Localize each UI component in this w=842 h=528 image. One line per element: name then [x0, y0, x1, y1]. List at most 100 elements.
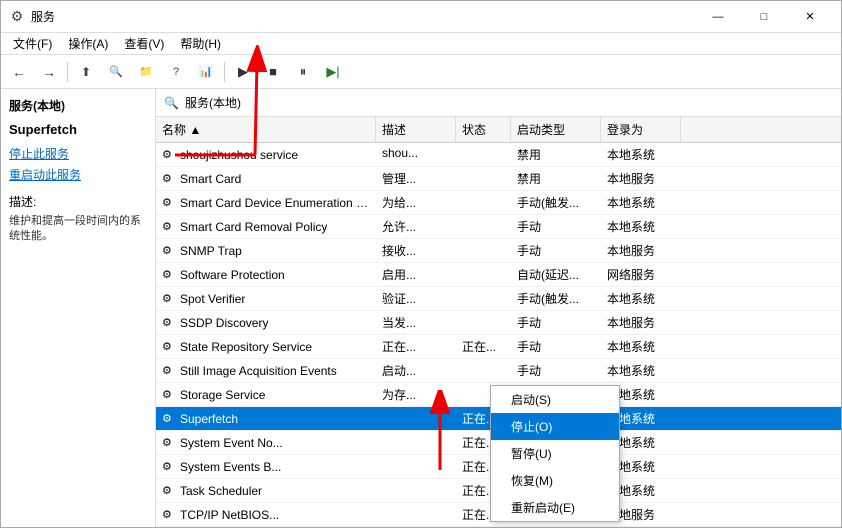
- service-startup-cell: 禁用: [511, 143, 601, 166]
- close-button[interactable]: ✕: [787, 1, 833, 33]
- service-gear-icon: ⚙: [162, 148, 176, 162]
- table-row[interactable]: ⚙Software Protection启用...自动(延迟...网络服务: [156, 263, 841, 287]
- table-row[interactable]: ⚙State Repository Service正在...正在...手动本地系…: [156, 335, 841, 359]
- service-desc-cell: 为给...: [376, 191, 456, 214]
- restart-button[interactable]: ▶|: [319, 59, 347, 85]
- toolbar: ← → ⬆ 🔍 📁 ? 📊 ▶ ■ ⏸ ▶|: [1, 55, 841, 89]
- title-bar: ⚙ 服务 — □ ✕: [1, 1, 841, 33]
- back-button[interactable]: ←: [5, 59, 33, 85]
- service-gear-icon: ⚙: [162, 316, 176, 330]
- table-row[interactable]: ⚙Still Image Acquisition Events启动... 手动本地…: [156, 359, 841, 383]
- minimize-button[interactable]: —: [695, 1, 741, 33]
- pause-button[interactable]: ⏸: [289, 59, 317, 85]
- menu-file[interactable]: 文件(F): [5, 33, 60, 54]
- service-login-cell: 本地系统: [601, 287, 681, 310]
- service-gear-icon: ⚙: [162, 412, 176, 426]
- service-gear-icon: ⚙: [162, 172, 176, 186]
- properties-button[interactable]: 📊: [192, 59, 220, 85]
- menu-view[interactable]: 查看(V): [116, 33, 172, 54]
- forward-button[interactable]: →: [35, 59, 63, 85]
- service-login-cell: 本地系统: [601, 143, 681, 166]
- service-login-cell: 本地系统: [601, 359, 681, 382]
- col-header-status[interactable]: 状态: [456, 117, 511, 142]
- service-startup-cell: 手动: [511, 311, 601, 334]
- service-name-cell: ⚙System Events B...: [156, 455, 376, 478]
- context-menu-item-3[interactable]: 恢复(M): [491, 467, 619, 494]
- menu-bar: 文件(F) 操作(A) 查看(V) 帮助(H): [1, 33, 841, 55]
- search-button[interactable]: 🔍: [102, 59, 130, 85]
- service-name-text: SSDP Discovery: [180, 316, 268, 330]
- service-status-cell: [456, 239, 511, 262]
- context-menu-item-2[interactable]: 暂停(U): [491, 440, 619, 467]
- service-desc-cell: 启用...: [376, 263, 456, 286]
- col-header-desc[interactable]: 描述: [376, 117, 456, 142]
- service-desc-cell: 启动...: [376, 359, 456, 382]
- menu-action[interactable]: 操作(A): [60, 33, 116, 54]
- service-login-cell: 本地系统: [601, 335, 681, 358]
- service-name-cell: ⚙State Repository Service: [156, 335, 376, 358]
- description-label: 描述:: [9, 193, 147, 210]
- table-row[interactable]: ⚙SNMP Trap接收...手动本地服务: [156, 239, 841, 263]
- service-startup-cell: 禁用: [511, 167, 601, 190]
- address-icon: 🔍: [164, 96, 179, 110]
- service-status-cell: [456, 143, 511, 166]
- restart-service-link[interactable]: 重启动此服务: [9, 166, 147, 183]
- service-gear-icon: ⚙: [162, 220, 176, 234]
- service-name-cell: ⚙Still Image Acquisition Events: [156, 359, 376, 382]
- service-name-text: Storage Service: [180, 388, 265, 402]
- col-header-name[interactable]: 名称 ▲: [156, 117, 376, 142]
- stop-button[interactable]: ■: [259, 59, 287, 85]
- service-desc-cell: 当发...: [376, 311, 456, 334]
- up-button[interactable]: ⬆: [72, 59, 100, 85]
- service-name-text: Smart Card Device Enumeration S...: [180, 196, 369, 210]
- service-desc-cell: [376, 431, 456, 454]
- service-name-text: State Repository Service: [180, 340, 312, 354]
- service-name-cell: ⚙TCP/IP NetBIOS...: [156, 503, 376, 526]
- service-desc-cell: [376, 503, 456, 526]
- service-name-text: Spot Verifier: [180, 292, 245, 306]
- service-gear-icon: ⚙: [162, 244, 176, 258]
- context-menu-item-4[interactable]: 重新启动(E): [491, 494, 619, 521]
- folder-button[interactable]: 📁: [132, 59, 160, 85]
- service-name-text: Superfetch: [180, 412, 238, 426]
- service-gear-icon: ⚙: [162, 460, 176, 474]
- stop-service-link[interactable]: 停止此服务: [9, 145, 147, 162]
- service-desc-cell: [376, 455, 456, 478]
- service-gear-icon: ⚙: [162, 292, 176, 306]
- maximize-button[interactable]: □: [741, 1, 787, 33]
- context-menu-item-0[interactable]: 启动(S): [491, 386, 619, 413]
- service-name-text: Task Scheduler: [180, 484, 262, 498]
- service-startup-cell: 手动(触发...: [511, 191, 601, 214]
- service-startup-cell: 手动: [511, 359, 601, 382]
- table-row[interactable]: ⚙SSDP Discovery当发...手动本地服务: [156, 311, 841, 335]
- main-content: 服务(本地) Superfetch 停止此服务 重启动此服务 描述: 维护和提高…: [1, 89, 841, 527]
- context-menu: 启动(S)停止(O)暂停(U)恢复(M)重新启动(E): [490, 385, 620, 522]
- context-menu-item-1[interactable]: 停止(O): [491, 413, 619, 440]
- service-desc-cell: 管理...: [376, 167, 456, 190]
- col-header-login[interactable]: 登录为: [601, 117, 681, 142]
- table-row[interactable]: ⚙Spot Verifier验证...手动(触发...本地系统: [156, 287, 841, 311]
- table-row[interactable]: ⚙shoujizhushou serviceshou...禁用本地系统: [156, 143, 841, 167]
- service-name-cell: ⚙ Task Scheduler: [156, 479, 376, 502]
- service-desc-cell: [376, 407, 456, 430]
- service-gear-icon: ⚙: [162, 364, 176, 378]
- table-row[interactable]: ⚙Smart Card管理...禁用本地服务: [156, 167, 841, 191]
- service-name-text: Smart Card Removal Policy: [180, 220, 327, 234]
- table-row[interactable]: ⚙Smart Card Device Enumeration S...为给...…: [156, 191, 841, 215]
- service-gear-icon: ⚙: [162, 484, 176, 498]
- service-name-cell: ⚙ Superfetch: [156, 407, 376, 430]
- service-login-cell: 本地服务: [601, 167, 681, 190]
- service-desc-cell: shou...: [376, 143, 456, 166]
- service-desc-cell: 允许...: [376, 215, 456, 238]
- service-status-cell: [456, 263, 511, 286]
- service-login-cell: 本地服务: [601, 239, 681, 262]
- service-status-cell: [456, 287, 511, 310]
- service-desc-cell: 接收...: [376, 239, 456, 262]
- play-button[interactable]: ▶: [229, 59, 257, 85]
- menu-help[interactable]: 帮助(H): [172, 33, 229, 54]
- service-name-cell: ⚙ Spot Verifier: [156, 287, 376, 310]
- help-button[interactable]: ?: [162, 59, 190, 85]
- col-header-startup[interactable]: 启动类型: [511, 117, 601, 142]
- table-row[interactable]: ⚙Smart Card Removal Policy允许...手动本地系统: [156, 215, 841, 239]
- service-login-cell: 本地系统: [601, 191, 681, 214]
